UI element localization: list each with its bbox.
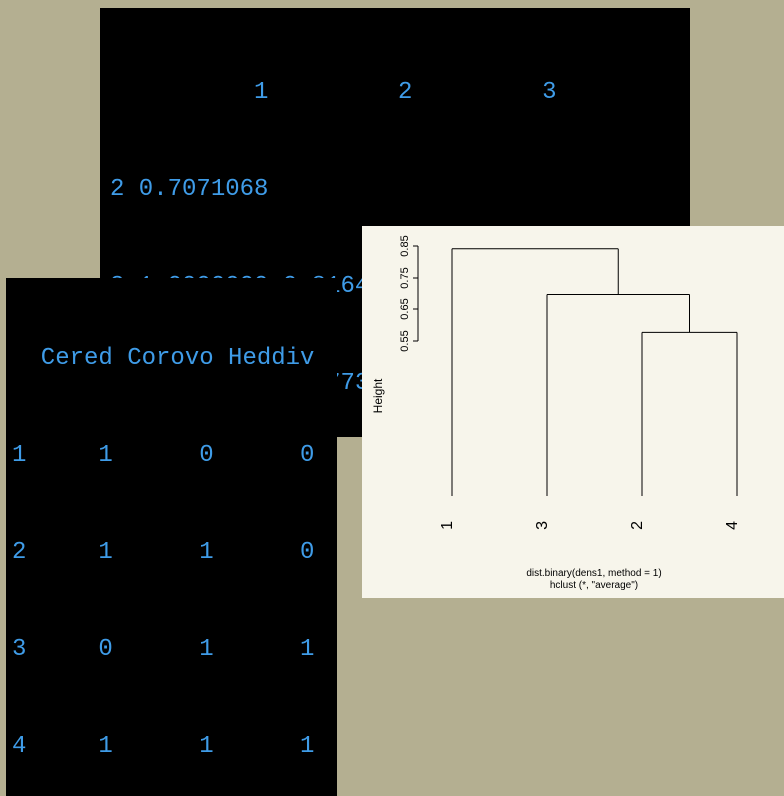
dist-row: 2 0.7071068: [110, 174, 680, 206]
leaf-label: 4: [724, 521, 741, 530]
leaf-label: 3: [534, 521, 551, 530]
dendrogram-plot: 0.85 0.75 0.65 0.55 Height 1 3 2 4: [362, 226, 784, 598]
table-header: Cered Corovo Heddiv: [12, 343, 331, 375]
leaf-label: 1: [439, 521, 456, 530]
table-row: 1 1 0 0: [12, 440, 331, 472]
dist-header: 1 2 3: [110, 77, 680, 109]
dendrogram-tree: [452, 249, 737, 496]
plot-subtitle-1: dist.binary(dens1, method = 1): [526, 568, 661, 579]
ytick: 0.85: [399, 235, 411, 256]
y-axis: 0.85 0.75 0.65 0.55 Height: [371, 235, 418, 413]
plot-subtitle-2: hclust (*, "average"): [550, 580, 638, 591]
table-row: 4 1 1 1: [12, 731, 331, 763]
y-axis-label: Height: [371, 378, 385, 413]
leaf-label: 2: [629, 521, 646, 530]
data-table-console: Cered Corovo Heddiv 1 1 0 0 2 1 1 0 3 0 …: [6, 278, 337, 796]
ytick: 0.75: [399, 267, 411, 288]
dendrogram-svg: 0.85 0.75 0.65 0.55 Height 1 3 2 4: [362, 226, 784, 598]
table-row: 2 1 1 0: [12, 537, 331, 569]
ytick: 0.55: [399, 330, 411, 351]
ytick: 0.65: [399, 298, 411, 319]
table-row: 3 0 1 1: [12, 634, 331, 666]
